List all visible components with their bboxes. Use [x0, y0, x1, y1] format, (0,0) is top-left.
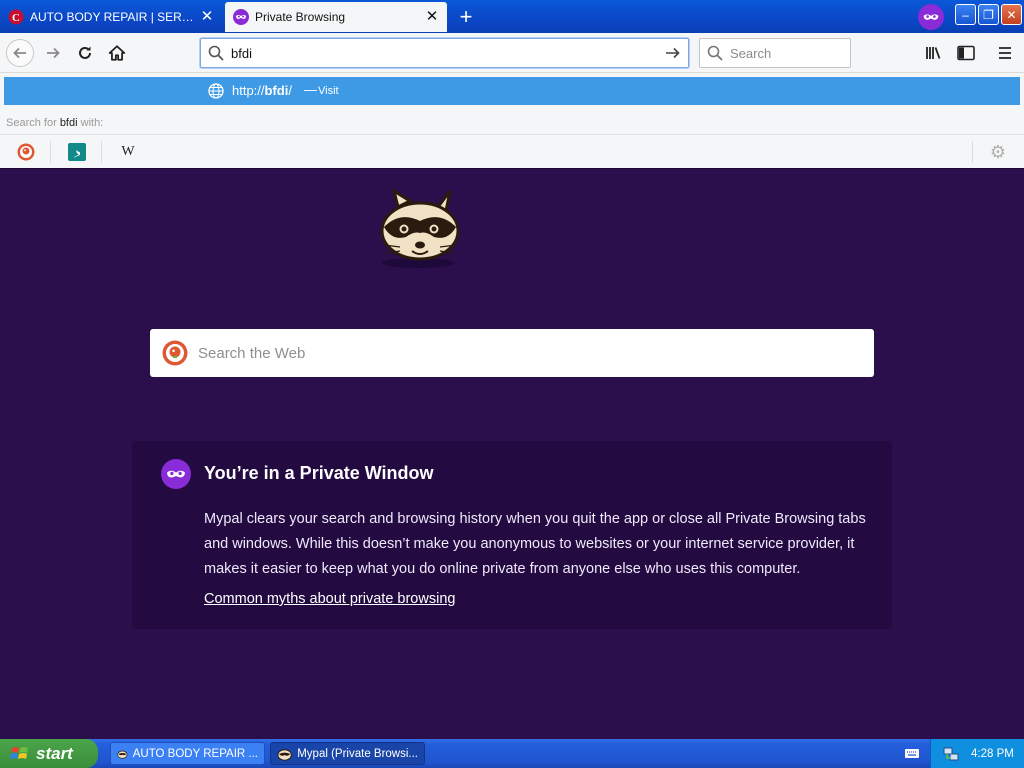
network-icon[interactable]: [943, 746, 959, 762]
globe-icon: [208, 83, 224, 99]
web-search-box[interactable]: Search the Web: [150, 329, 874, 377]
windows-taskbar: start AUTO BODY REPAIR ... Mypal (Privat…: [0, 739, 1024, 768]
private-mask-icon: [161, 459, 191, 489]
private-window-title: You’re in a Private Window: [204, 463, 434, 483]
raccoon-logo-icon: [380, 187, 460, 268]
tab-bar: C AUTO BODY REPAIR | SERVICES ✕ Private …: [0, 0, 1024, 33]
private-browsing-indicator-icon: [918, 4, 944, 30]
home-icon: [108, 45, 126, 61]
web-search-placeholder: Search the Web: [198, 344, 306, 362]
taskbar-item-label: Mypal (Private Browsi...: [297, 747, 418, 760]
hamburger-menu-icon: [999, 47, 1011, 59]
minimize-button[interactable]: ‒: [955, 4, 976, 25]
duckduckgo-icon: [162, 340, 188, 366]
library-button[interactable]: [920, 39, 948, 67]
svg-text:C: C: [12, 12, 20, 24]
tab-private-browsing[interactable]: Private Browsing ✕: [225, 2, 447, 32]
library-icon: [926, 47, 941, 59]
duckduckgo-icon[interactable]: [16, 142, 36, 162]
url-autocomplete-popup: http://bfdi/ — Visit Search for bfdi wit…: [0, 73, 1024, 168]
tab-title: Private Browsing: [255, 10, 346, 24]
private-browsing-page: Search the Web You’re in a Private Windo…: [0, 168, 1024, 739]
navigation-toolbar: bfdi Search: [0, 33, 1024, 73]
home-button[interactable]: [103, 39, 131, 67]
private-browsing-myths-link[interactable]: Common myths about private browsing: [204, 591, 455, 607]
suggestion-separator: —: [304, 82, 317, 97]
tab-title: AUTO BODY REPAIR | SERVICES: [30, 10, 200, 24]
restore-button[interactable]: ❐: [978, 4, 999, 25]
engine-separator: [101, 141, 102, 163]
clock[interactable]: 4:28 PM: [971, 748, 1014, 760]
new-tab-button[interactable]: +: [452, 3, 480, 31]
windows-flag-icon: [10, 746, 28, 759]
gear-icon[interactable]: ⚙: [988, 142, 1008, 162]
suggestion-url: http://bfdi/: [232, 83, 292, 98]
taskbar-item-label: AUTO BODY REPAIR ...: [132, 747, 258, 760]
system-tray: 4:28 PM: [930, 739, 1024, 768]
private-window-info: You’re in a Private Window Mypal clears …: [132, 441, 892, 629]
start-button[interactable]: start: [0, 739, 98, 768]
wikipedia-icon[interactable]: W: [118, 142, 138, 162]
taskbar-item-mypal-private[interactable]: Mypal (Private Browsi...: [270, 742, 425, 765]
forward-arrow-icon: [47, 47, 60, 59]
taskbar-item-auto-body-repair[interactable]: AUTO BODY REPAIR ...: [110, 742, 265, 765]
private-window-description: Mypal clears your search and browsing hi…: [204, 511, 866, 577]
tab-auto-body-repair[interactable]: C AUTO BODY REPAIR | SERVICES ✕: [0, 2, 222, 32]
go-arrow-icon[interactable]: [658, 45, 688, 61]
menu-button[interactable]: [991, 39, 1019, 67]
sidebar-button[interactable]: [952, 39, 980, 67]
bing-icon[interactable]: [67, 142, 87, 162]
raccoon-app-icon: [277, 748, 292, 761]
site-favicon-icon: C: [8, 9, 24, 25]
search-input-placeholder: Search: [730, 45, 772, 61]
suggestion-row[interactable]: http://bfdi/ — Visit: [4, 77, 1020, 105]
suggestion-action: Visit: [318, 85, 339, 97]
start-label: start: [36, 743, 73, 763]
close-tab-icon[interactable]: ✕: [200, 9, 214, 24]
sidebar-icon: [957, 45, 975, 61]
url-bar[interactable]: bfdi: [200, 38, 689, 68]
engine-separator: [50, 141, 51, 163]
back-arrow-icon: [13, 47, 26, 59]
forward-button[interactable]: [39, 39, 67, 67]
search-bar[interactable]: Search: [699, 38, 851, 68]
url-input[interactable]: bfdi: [231, 46, 658, 61]
search-icon: [700, 45, 730, 61]
reload-icon: [79, 46, 91, 59]
search-for-label: Search for bfdi with:: [6, 117, 104, 129]
close-window-button[interactable]: ✕: [1001, 4, 1022, 25]
search-icon: [201, 45, 231, 61]
close-tab-icon[interactable]: ✕: [425, 9, 439, 24]
private-mask-icon: [233, 9, 249, 25]
reload-button[interactable]: [71, 39, 99, 67]
back-button[interactable]: [6, 39, 34, 67]
one-off-search-engines: W ⚙: [0, 134, 1024, 168]
keyboard-icon[interactable]: [904, 745, 920, 761]
engine-separator: [972, 141, 973, 163]
raccoon-app-icon: [117, 750, 128, 759]
